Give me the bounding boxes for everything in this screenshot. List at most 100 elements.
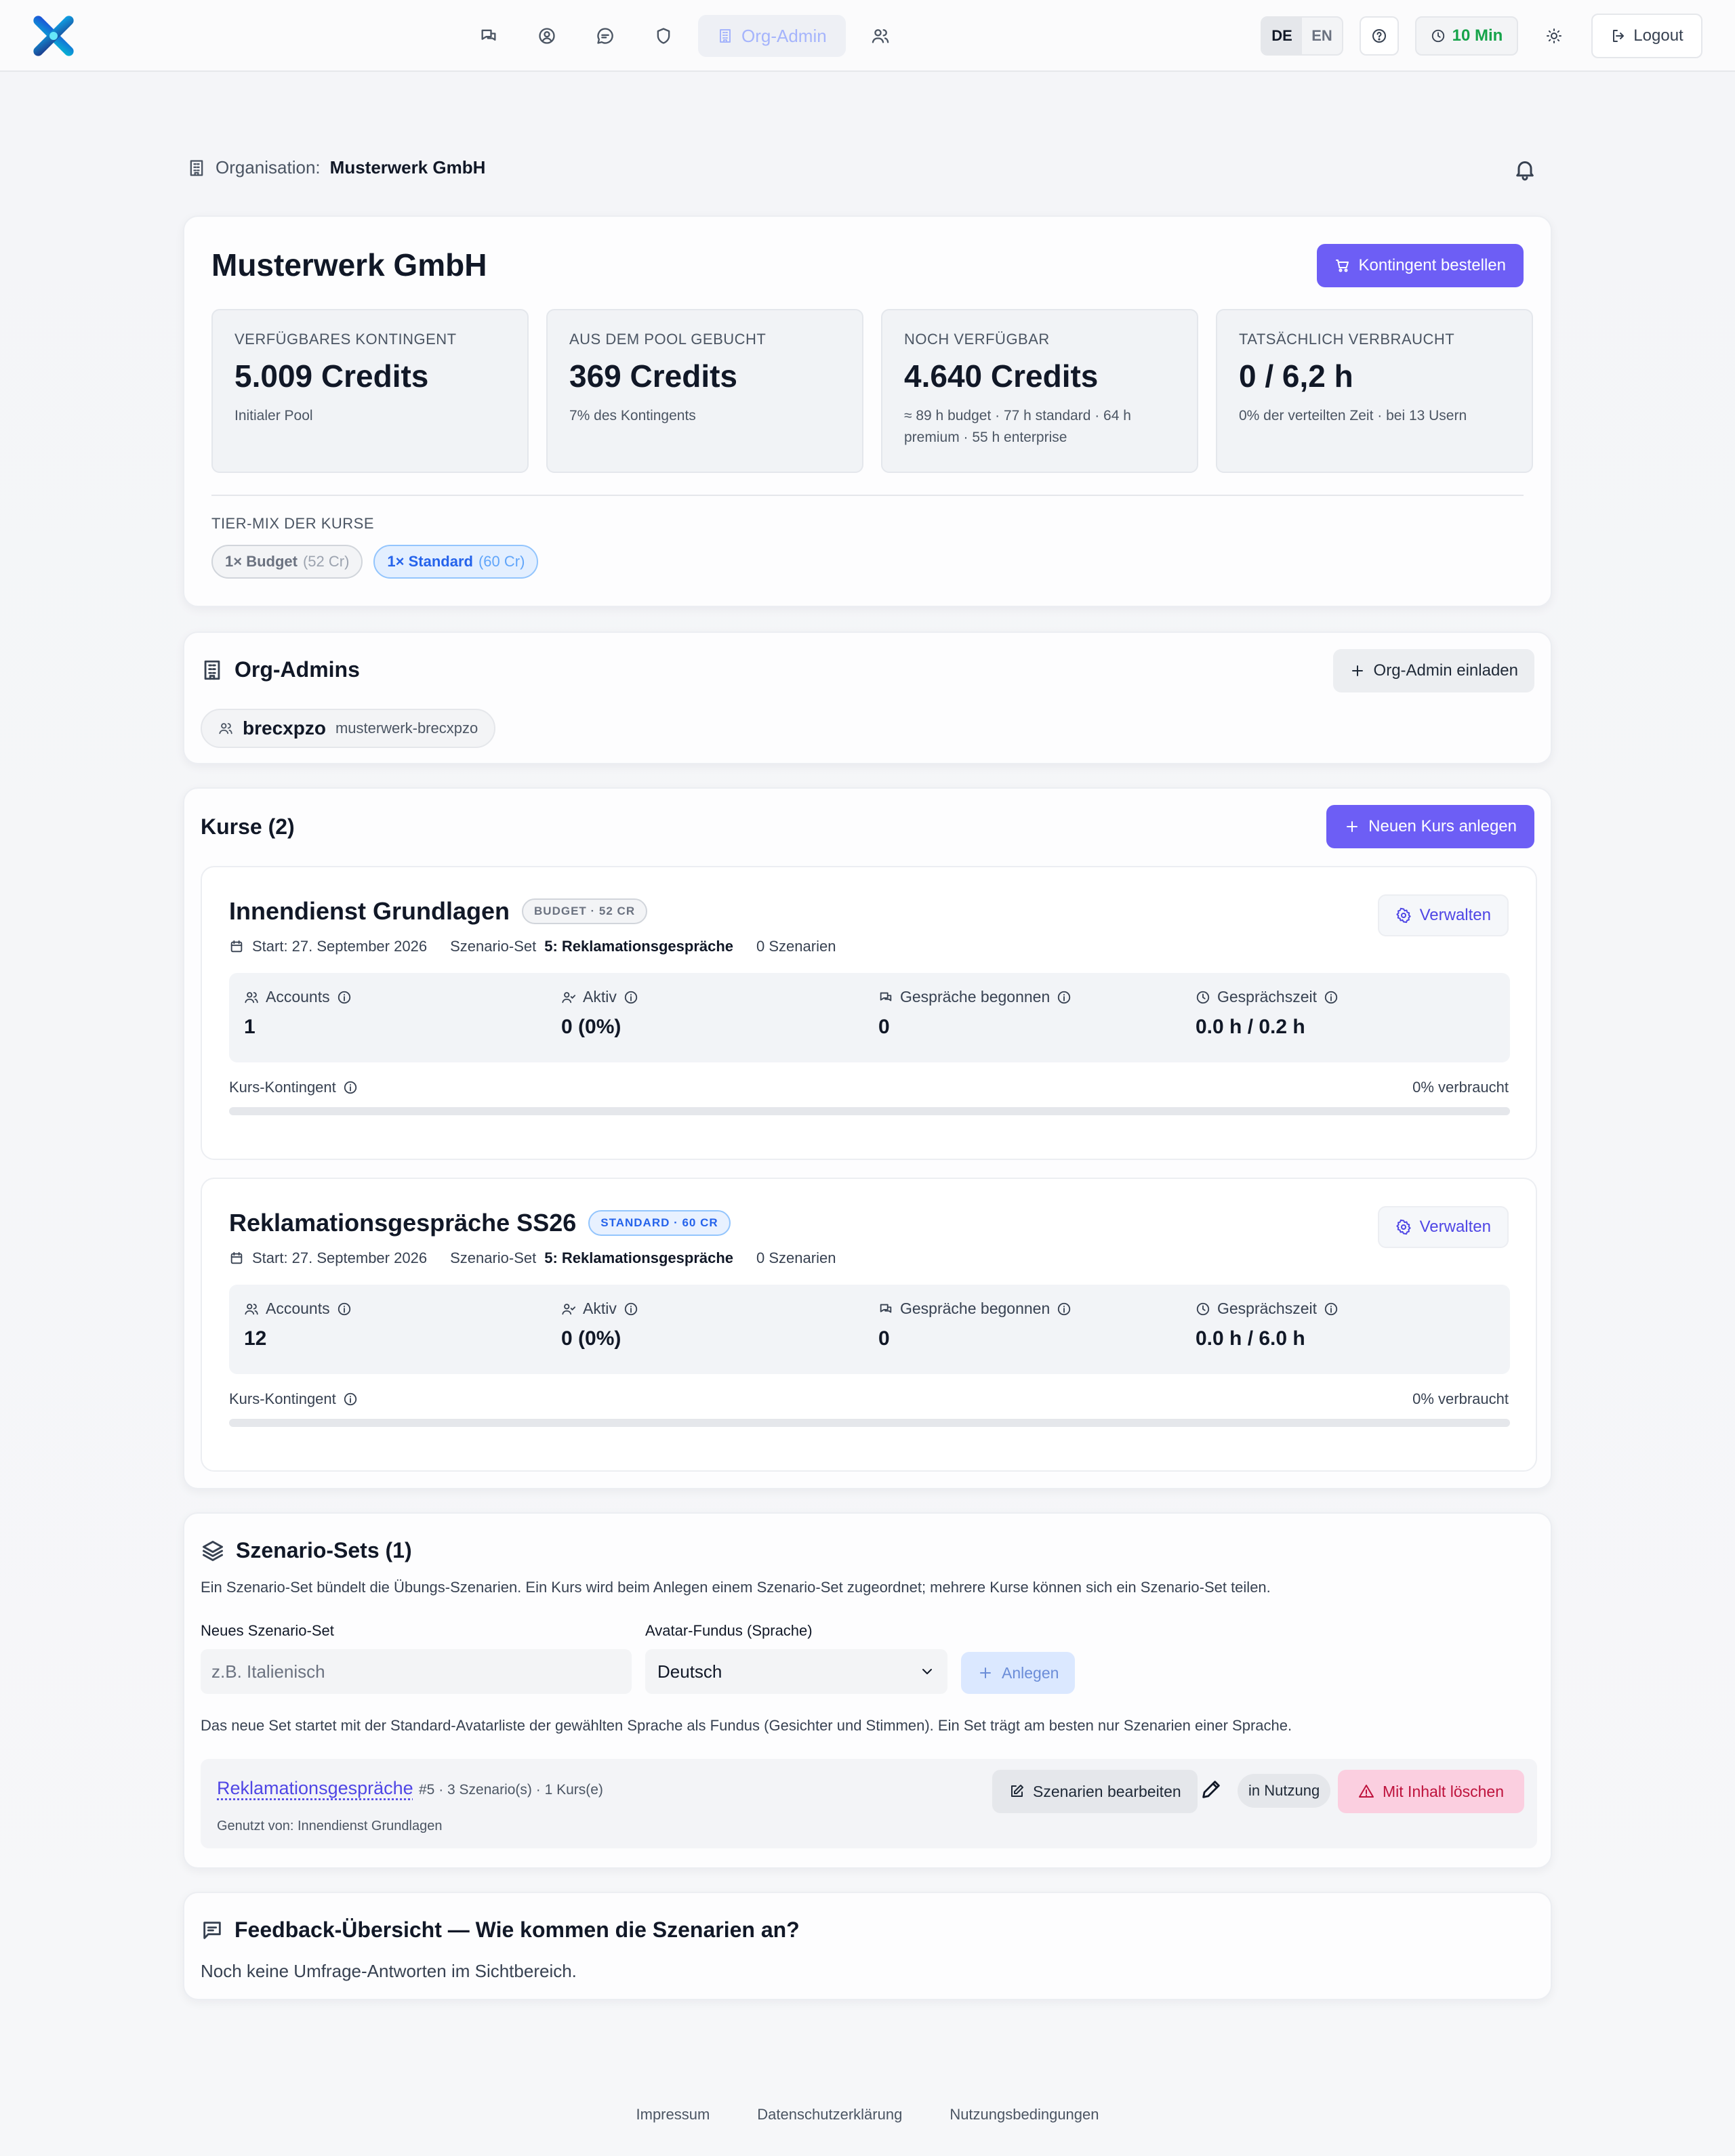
manage-course-button[interactable]: Verwalten [1377,1206,1509,1248]
stat-value: 0 (0%) [561,1327,621,1350]
lang-de-button[interactable]: DE [1262,18,1302,54]
course-start: Start: 27. September 2026 [252,1249,428,1266]
avatar-pool-label: Avatar-Fundus (Sprache) [645,1622,813,1639]
footer-link-privacy[interactable]: Datenschutzerklärung [757,2103,902,2126]
notifications-button[interactable] [1513,157,1537,182]
footer-link-impressum[interactable]: Impressum [636,2103,710,2126]
info-icon[interactable] [1324,990,1339,1005]
info-icon[interactable] [1324,1302,1339,1317]
scenario-set-used-by: Genutzt von: Innendienst Grundlagen [217,1819,443,1833]
course-quota-bar [229,1107,1510,1115]
course-card: Innendienst Grundlagen BUDGET · 52 CR St… [201,866,1537,1160]
gear-icon [1395,907,1411,924]
scenario-set-row: Reklamationsgespräche #5 · 3 Szenario(s)… [201,1759,1537,1848]
users-icon [245,1303,258,1314]
new-course-label: Neuen Kurs anlegen [1368,817,1517,835]
warning-icon [1359,1785,1374,1798]
sun-icon [1547,28,1562,43]
theme-toggle-button[interactable] [1538,20,1570,51]
org-admins-card: Org-Admins Org-Admin einladen brecxpzo m… [183,631,1552,764]
info-icon[interactable] [1057,990,1071,1005]
footer-link-terms[interactable]: Nutzungsbedingungen [950,2103,1099,2126]
edit-scenarios-button[interactable]: Szenarien bearbeiten [992,1770,1198,1813]
info-icon[interactable] [343,1392,358,1407]
avatar-language-select[interactable]: Deutsch [645,1649,947,1694]
course-stats: Accounts 12 Aktiv 0 (0%) Gespräche begon… [229,1285,1510,1374]
scenario-sets-card: Szenario-Sets (1) Ein Szenario-Set bünde… [183,1512,1552,1869]
kpi-remaining: NOCH VERFÜGBAR 4.640 Credits ≈ 89 h budg… [881,309,1198,473]
lang-en-button[interactable]: EN [1302,18,1342,54]
bell-icon [1516,161,1534,181]
info-icon[interactable] [337,990,352,1005]
info-icon[interactable] [337,1302,352,1317]
course-title: Reklamationsgespräche SS26 [229,1209,577,1237]
rename-set-button[interactable] [1200,1778,1223,1801]
session-timer[interactable]: 10 Min [1415,16,1518,56]
plus-icon [1351,665,1363,676]
quota-label-text: Kurs-Kontingent [229,1390,336,1407]
invite-org-admin-button[interactable]: Org-Admin einladen [1332,649,1534,692]
section-title-text: Feedback-Übersicht — Wie kommen die Szen… [234,1917,800,1942]
top-navigation-bar: Org-Admin DE EN 10 Min Logout [0,0,1735,72]
scenario-set-link[interactable]: Reklamationsgespräche [217,1778,413,1799]
new-set-input[interactable] [201,1649,632,1694]
plus-icon [980,1667,991,1678]
course-start: Start: 27. September 2026 [252,938,428,955]
building-icon [204,660,220,680]
org-admins-title: Org-Admins [201,657,360,682]
kpi-row: VERFÜGBARES KONTINGENT 5.009 Credits Ini… [211,309,1533,473]
scenario-sets-title: Szenario-Sets (1) [201,1538,412,1563]
stat-value: 0.0 h / 0.2 h [1196,1016,1305,1038]
course-header: Innendienst Grundlagen BUDGET · 52 CR [229,897,648,926]
scenario-sets-description: Ein Szenario-Set bündelt die Übungs-Szen… [201,1579,1271,1596]
create-set-button[interactable]: Anlegen [961,1652,1076,1694]
user-check-icon [562,991,576,1003]
message-icon[interactable] [581,15,629,57]
user-circle-icon[interactable] [523,15,571,57]
chat-icon [880,1304,892,1312]
organisation-label: Organisation: [216,157,321,178]
stat-active: Aktiv 0 (0%) [561,988,638,1039]
tab-org-admin-label: Org-Admin [741,25,827,46]
tier-mix-chips: 1× Budget (52 Cr) 1× Standard (60 Cr) [211,545,539,579]
stat-conversations: Gespräche begonnen 0 [878,988,1071,1039]
course-card: Reklamationsgespräche SS26 STANDARD · 60… [201,1178,1537,1472]
course-quota-label: Kurs-Kontingent [229,1079,358,1096]
manage-label: Verwalten [1419,1218,1491,1236]
course-title: Innendienst Grundlagen [229,897,510,925]
courses-card: Kurse (2) Neuen Kurs anlegen Innendienst… [183,787,1552,1489]
logout-label: Logout [1633,26,1683,45]
kpi-label: TATSÄCHLICH VERBRAUCHT [1239,331,1455,348]
user-check-icon [562,1303,576,1314]
info-icon[interactable] [343,1080,358,1095]
users-icon[interactable] [857,15,904,57]
kpi-booked: AUS DEM POOL GEBUCHT 369 Credits 7% des … [546,309,863,473]
stat-label: Gespräche begonnen [900,988,1050,1006]
stat-label: Aktiv [583,988,617,1006]
chat-icon[interactable] [465,15,512,57]
org-admin-pill[interactable]: brecxpzo musterwerk-brecxpzo [201,709,496,748]
users-icon [219,723,232,734]
order-quota-button[interactable]: Kontingent bestellen [1316,244,1524,287]
edit-icon [1011,1785,1023,1797]
kpi-value: 4.640 Credits [904,358,1099,394]
app-logo[interactable] [31,14,76,58]
new-course-button[interactable]: Neuen Kurs anlegen [1326,805,1534,848]
manage-course-button[interactable]: Verwalten [1377,894,1509,936]
org-title: Musterwerk GmbH [211,247,487,283]
info-icon[interactable] [1057,1302,1071,1317]
stat-active: Aktiv 0 (0%) [561,1300,638,1350]
stat-value: 0 [878,1016,890,1038]
info-icon[interactable] [624,990,638,1005]
info-icon[interactable] [624,1302,638,1317]
delete-with-content-button[interactable]: Mit Inhalt löschen [1338,1770,1524,1813]
chevron-down-icon [922,1669,932,1674]
order-quota-label: Kontingent bestellen [1358,256,1507,274]
logout-button[interactable]: Logout [1591,14,1702,58]
shield-icon[interactable] [640,15,687,57]
select-value: Deutsch [657,1661,722,1682]
tab-org-admin[interactable]: Org-Admin [698,15,846,57]
help-button[interactable] [1360,16,1399,56]
manage-label: Verwalten [1419,906,1491,924]
users-icon [245,991,258,1003]
